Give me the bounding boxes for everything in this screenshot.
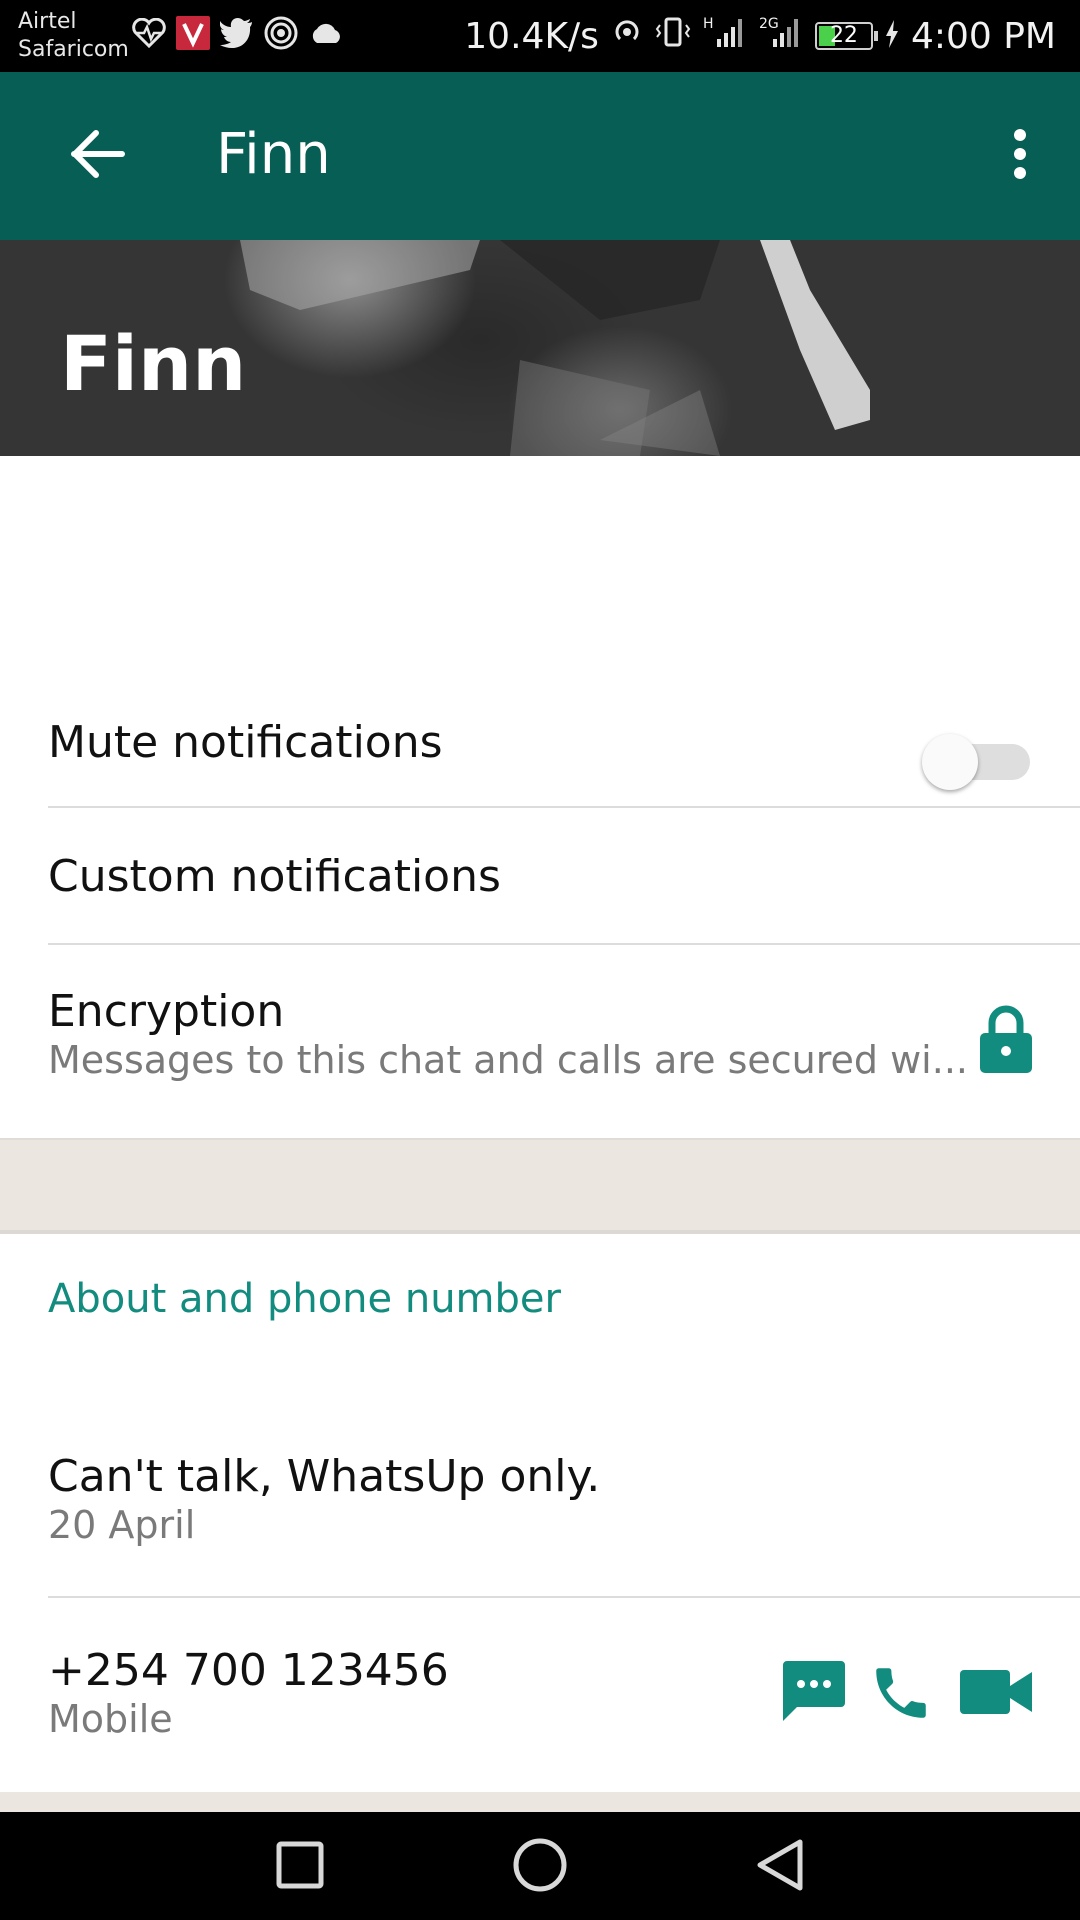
twitter-icon bbox=[219, 18, 254, 52]
phone-row[interactable]: +254 700 123456 Mobile bbox=[0, 1598, 1080, 1792]
message-icon bbox=[781, 1659, 847, 1727]
hotspot-icon bbox=[611, 16, 643, 57]
signal-2g-icon: 2G bbox=[759, 15, 803, 58]
call-button[interactable] bbox=[866, 1660, 936, 1730]
heartbeat-icon bbox=[132, 17, 166, 52]
vibrate-icon bbox=[655, 16, 691, 57]
charging-icon bbox=[885, 16, 899, 57]
more-options-button[interactable] bbox=[1000, 116, 1040, 196]
video-call-button[interactable] bbox=[956, 1664, 1036, 1724]
about-date: 20 April bbox=[48, 1503, 196, 1547]
hotspot-icon bbox=[264, 16, 298, 54]
lock-icon bbox=[978, 1005, 1034, 1079]
encryption-row[interactable]: Encryption Messages to this chat and cal… bbox=[0, 945, 1080, 1135]
signal-h-icon: H bbox=[703, 15, 747, 58]
home-button[interactable] bbox=[500, 1832, 580, 1902]
message-button[interactable] bbox=[778, 1660, 850, 1726]
system-nav-bar bbox=[0, 1812, 1080, 1920]
v-app-icon bbox=[176, 16, 210, 54]
arrow-back-icon bbox=[70, 130, 126, 182]
custom-label: Custom notifications bbox=[48, 851, 501, 902]
network-type-2: 2G bbox=[758, 15, 779, 32]
status-bar: Airtel Safaricom 10.4K/s H 2G 22 4:00 PM bbox=[0, 0, 1080, 72]
section-header-about: About and phone number bbox=[48, 1276, 561, 1322]
page-title: Finn bbox=[216, 122, 331, 187]
mute-label: Mute notifications bbox=[48, 717, 443, 768]
phone-number: +254 700 123456 bbox=[48, 1645, 449, 1696]
back-icon bbox=[755, 1838, 805, 1896]
battery-level: 22 bbox=[829, 23, 858, 48]
profile-name: Finn bbox=[60, 319, 247, 408]
about-row[interactable]: Can't talk, WhatsUp only. 20 April bbox=[0, 1400, 1080, 1596]
about-text: Can't talk, WhatsUp only. bbox=[48, 1451, 601, 1502]
phone-icon bbox=[868, 1660, 934, 1730]
custom-notifications-row[interactable]: Custom notifications bbox=[0, 808, 1080, 944]
back-button[interactable] bbox=[56, 114, 140, 198]
encryption-subtitle: Messages to this chat and calls are secu… bbox=[48, 1038, 968, 1082]
carrier-names: Airtel Safaricom bbox=[18, 8, 129, 64]
encryption-title: Encryption bbox=[48, 986, 285, 1037]
notification-icons bbox=[132, 16, 344, 54]
recents-button[interactable] bbox=[260, 1832, 340, 1902]
profile-photo[interactable]: Finn bbox=[0, 240, 1080, 456]
mute-toggle[interactable] bbox=[922, 734, 1032, 790]
back-nav-button[interactable] bbox=[740, 1832, 820, 1902]
network-speed: 10.4K/s bbox=[464, 15, 599, 57]
app-bar: Finn bbox=[0, 72, 1080, 240]
video-call-icon bbox=[958, 1666, 1034, 1722]
recents-icon bbox=[276, 1841, 324, 1893]
section-separator bbox=[0, 1138, 1080, 1234]
cloud-icon bbox=[308, 21, 344, 49]
network-type-1: H bbox=[702, 15, 714, 32]
clock: 4:00 PM bbox=[910, 15, 1056, 57]
battery-icon: 22 bbox=[814, 22, 878, 50]
status-right: 10.4K/s H 2G 22 4:00 PM bbox=[464, 0, 1056, 72]
mute-notifications-row[interactable]: Mute notifications bbox=[0, 680, 1080, 808]
more-vert-icon bbox=[1013, 129, 1027, 183]
section-separator bbox=[0, 1792, 1080, 1812]
phone-type: Mobile bbox=[48, 1697, 173, 1741]
carrier-2: Safaricom bbox=[18, 37, 129, 62]
home-icon bbox=[512, 1837, 568, 1897]
carrier-1: Airtel bbox=[18, 9, 77, 34]
